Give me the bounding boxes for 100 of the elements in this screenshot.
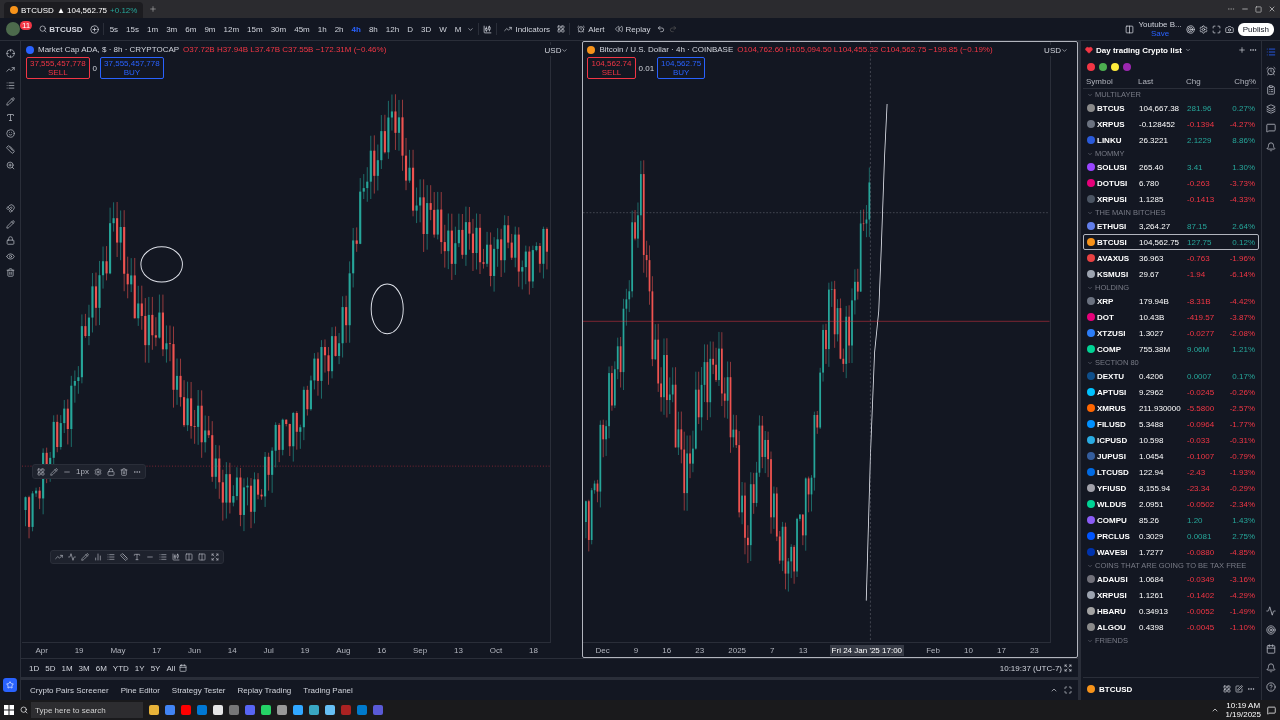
drawing-tool-icon[interactable]	[5, 97, 15, 106]
watchlist-row[interactable]: DEXTU 0.4206 0.0007 0.17%	[1083, 368, 1259, 384]
publish-button[interactable]: Publish	[1237, 22, 1274, 36]
range-button[interactable]: YTD	[110, 663, 131, 673]
watchlist-row[interactable]: HBARU 0.34913 -0.0052 -1.49%	[1083, 603, 1259, 619]
favorites-button[interactable]	[3, 678, 17, 692]
maximize-icon[interactable]	[1064, 686, 1072, 694]
interval-button[interactable]: 12m	[221, 24, 242, 34]
line-width-label[interactable]: 1px	[76, 467, 89, 476]
watchlist-row[interactable]: DOTUSI 6.780 -0.263 -3.73%	[1083, 175, 1259, 191]
watchlist-title[interactable]: Day trading Crypto list	[1096, 45, 1182, 55]
interval-button[interactable]: 15s	[124, 24, 141, 34]
drawing-tool-icon[interactable]	[5, 129, 15, 138]
drawing-tool-icon[interactable]	[107, 553, 115, 561]
browser-tab[interactable]: BTCUSD ▲ 104,562.75 +0.12%	[4, 2, 144, 18]
drawing-tool-icon[interactable]	[5, 204, 15, 213]
watchlist-row[interactable]: LTCUSD 122.94 -2.43 -1.93%	[1083, 464, 1259, 480]
bell-icon[interactable]	[1266, 663, 1276, 673]
watchlist-row[interactable]: COMP 755.38M 9.06M 1.21%	[1083, 341, 1259, 357]
interval-button[interactable]: 4h	[349, 24, 363, 34]
footer-symbol[interactable]: BTCUSD	[1099, 684, 1133, 694]
interval-button[interactable]: 1m	[145, 24, 161, 34]
chevron-up-icon[interactable]	[1050, 686, 1058, 694]
interval-button[interactable]: 12h	[383, 24, 402, 34]
watchlist-row[interactable]: XRPUS -0.128452 -0.1394 -4.27%	[1083, 116, 1259, 132]
interval-button[interactable]: 6m	[183, 24, 199, 34]
layout-icon[interactable]	[1125, 24, 1135, 34]
replay-button[interactable]: Replay	[611, 24, 654, 34]
drawing-tool-icon[interactable]	[68, 553, 76, 561]
drawing-tool-icon[interactable]	[5, 220, 15, 229]
taskbar-clock[interactable]: 10:19 AM 1/19/2025	[1225, 701, 1261, 719]
watchlist-row[interactable]: ETHUSI 3,264.27 87.15 2.64%	[1083, 218, 1259, 234]
symbol-search[interactable]: BTCUSD	[36, 24, 86, 34]
interval-button[interactable]: D	[405, 24, 415, 34]
watchlist-row[interactable]: ALGOU 0.4398 -0.0045 -1.10%	[1083, 619, 1259, 635]
more-icon[interactable]	[1249, 46, 1257, 54]
settings-icon[interactable]	[93, 467, 102, 476]
grid-icon[interactable]	[37, 467, 45, 476]
undo-icon[interactable]	[657, 25, 666, 33]
watchlist-row[interactable]: FILUSD 5.3488 -0.0964 -1.77%	[1083, 416, 1259, 432]
candles-icon[interactable]	[483, 24, 493, 34]
range-button[interactable]: 3M	[76, 663, 92, 673]
panel-tab[interactable]: Crypto Pairs Screener	[27, 685, 112, 695]
maximize-icon[interactable]	[1255, 5, 1262, 13]
interval-button[interactable]: 30m	[268, 24, 289, 34]
search-icon[interactable]	[20, 706, 28, 714]
settings-icon[interactable]	[1198, 24, 1208, 34]
minimize-icon[interactable]	[1241, 5, 1249, 13]
watchlist-row[interactable]: XRPUSI 1.1285 -0.1413 -4.33%	[1083, 191, 1259, 207]
range-button[interactable]: All	[164, 663, 178, 673]
drawing-tool-icon[interactable]	[5, 161, 15, 170]
watchlist-row[interactable]: COMPU 85.26 1.20 1.43%	[1083, 512, 1259, 528]
drawn-ellipse[interactable]	[370, 283, 404, 335]
drawing-tool-icon[interactable]	[5, 145, 15, 154]
activity-icon[interactable]	[1266, 606, 1276, 616]
sell-button[interactable]: 37,555,457,778 SELL	[26, 57, 90, 79]
interval-button[interactable]: 45m	[292, 24, 312, 34]
search-field[interactable]: Type here to search	[31, 702, 143, 718]
drawing-tool-icon[interactable]	[5, 252, 15, 261]
panel-tab[interactable]: Replay Trading	[234, 685, 295, 695]
watchlist-row[interactable]: WAVESI 1.7277 -0.0880 -4.85%	[1083, 544, 1259, 560]
calendar-icon[interactable]	[179, 664, 188, 672]
watchlist-row[interactable]: ADAUSI 1.0684 -0.0349 -3.16%	[1083, 571, 1259, 587]
drawn-ellipse[interactable]	[140, 246, 183, 283]
interval-button[interactable]: 5s	[107, 24, 121, 34]
watchlist-row[interactable]: XMRUS 211.930000 -5.5800 -2.57%	[1083, 400, 1259, 416]
interval-button[interactable]: 1h	[315, 24, 329, 34]
interval-button[interactable]: 3D	[418, 24, 434, 34]
watchlist-row[interactable]: JUPUSI 1.0454 -0.1007 -0.79%	[1083, 448, 1259, 464]
tray-icon[interactable]	[1211, 706, 1220, 714]
camera-icon[interactable]	[1224, 24, 1234, 34]
range-button[interactable]: 1D	[27, 663, 42, 673]
watchlist-row[interactable]: BTCUS 104,667.38 281.96 0.27%	[1083, 100, 1259, 116]
buy-button[interactable]: 104,562.75 BUY	[657, 57, 706, 79]
notification-icon[interactable]	[1267, 705, 1276, 715]
interval-button[interactable]: W	[437, 24, 449, 34]
sell-button[interactable]: 104,562.74 SELL	[587, 57, 636, 79]
target-icon[interactable]	[1185, 24, 1195, 34]
drawing-tool-icon[interactable]	[172, 553, 180, 561]
chevron-down-icon[interactable]	[467, 25, 475, 33]
watchlist-row[interactable]: APTUSI 9.2962 -0.0245 -0.26%	[1083, 384, 1259, 400]
interval-button[interactable]: 9m	[202, 24, 218, 34]
drawing-tool-icon[interactable]	[5, 65, 15, 74]
interval-button[interactable]: 8h	[366, 24, 380, 34]
drawing-tool-icon[interactable]	[5, 268, 15, 277]
help-icon[interactable]	[1266, 682, 1276, 692]
interval-button[interactable]: 2h	[332, 24, 346, 34]
panel-tab[interactable]: Trading Panel	[300, 685, 356, 695]
drawing-tool-icon[interactable]	[133, 553, 141, 561]
drawing-tool-icon[interactable]	[55, 553, 63, 561]
grid-icon[interactable]	[557, 25, 566, 33]
chevron-down-icon[interactable]	[1184, 47, 1191, 53]
range-button[interactable]: 1Y	[132, 663, 147, 673]
layout-name[interactable]: Youtube B... Save	[1138, 20, 1182, 38]
watchlist-row[interactable]: YFIUSD 8,155.94 -23.34 -0.29%	[1083, 480, 1259, 496]
drawing-tool-icon[interactable]	[185, 553, 193, 561]
trash-icon[interactable]	[119, 467, 128, 476]
interval-button[interactable]: M	[452, 24, 464, 34]
panel-tab[interactable]: Strategy Tester	[168, 685, 229, 695]
buy-button[interactable]: 37,555,457,778 BUY	[100, 57, 164, 79]
